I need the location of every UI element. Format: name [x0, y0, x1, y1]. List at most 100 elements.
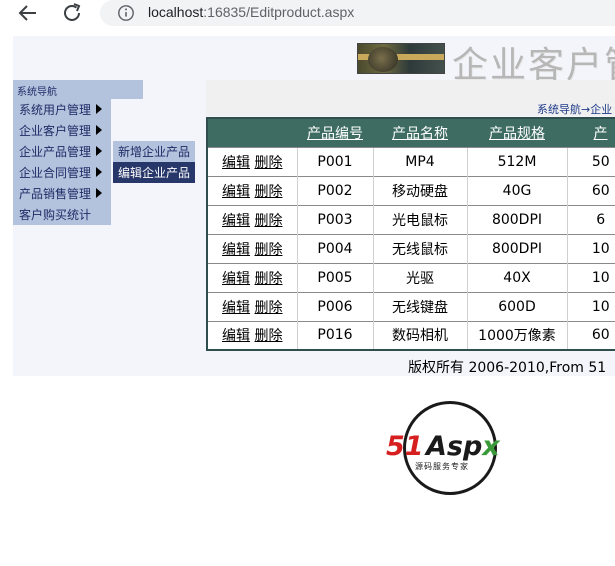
- column-header-id[interactable]: 产品编号: [297, 118, 373, 147]
- logo-tagline: 源码服务专家: [415, 462, 469, 471]
- menu-item-purchase-statistics[interactable]: 客户购买统计: [13, 204, 111, 225]
- reload-icon[interactable]: [60, 1, 84, 25]
- cell-product-spec: 800DPI: [466, 204, 567, 234]
- edit-link[interactable]: 编辑: [222, 213, 250, 229]
- cell-product-id: P001: [296, 146, 373, 176]
- menu-item-label: 企业合同管理: [19, 166, 92, 180]
- table-row: 编辑 删除 P001 MP4 512M 50: [207, 146, 615, 176]
- submenu-item-edit-product[interactable]: 编辑企业产品: [113, 162, 195, 183]
- 51aspx-logo: 51 Aspx 源码服务专家: [386, 401, 516, 496]
- menu-item-label: 产品销售管理: [19, 187, 92, 201]
- table-row: 编辑 删除 P003 光电鼠标 800DPI 6: [207, 204, 615, 234]
- cell-product-extra: 10: [566, 233, 615, 263]
- sidebar-menu: 系统用户管理 企业客户管理 企业产品管理 企业合同管理 产品销售管理 客户购买统…: [13, 99, 111, 225]
- table-row: 编辑 删除 P016 数码相机 1000万像素 60: [207, 320, 615, 350]
- arrow-right-icon: [96, 167, 102, 177]
- menu-item-label: 企业客户管理: [19, 124, 92, 138]
- cell-product-spec: 512M: [466, 146, 567, 176]
- site-info-icon[interactable]: [117, 4, 135, 22]
- cell-product-id: P004: [296, 233, 373, 263]
- column-header-actions: [207, 118, 297, 147]
- browser-toolbar: localhost:16835/Editproduct.aspx: [0, 0, 615, 30]
- cell-product-extra: 6: [566, 204, 615, 234]
- cell-product-spec: 40G: [466, 175, 567, 205]
- cell-product-spec: 1000万像素: [466, 320, 567, 350]
- banner-image: [357, 43, 445, 74]
- cell-product-name: 移动硬盘: [372, 175, 467, 205]
- table-row: 编辑 删除 P006 无线键盘 600D 10: [207, 291, 615, 321]
- delete-link[interactable]: 删除: [254, 184, 282, 200]
- cell-product-extra: 60: [566, 320, 615, 350]
- delete-link[interactable]: 删除: [254, 271, 282, 287]
- table-row: 编辑 删除 P004 无线鼠标 800DPI 10: [207, 233, 615, 263]
- edit-link[interactable]: 编辑: [222, 184, 250, 200]
- cell-product-spec: 40X: [466, 262, 567, 292]
- delete-link[interactable]: 删除: [254, 213, 282, 229]
- delete-link[interactable]: 删除: [254, 155, 282, 171]
- column-header-name[interactable]: 产品名称: [373, 118, 467, 147]
- arrow-right-icon: [96, 146, 102, 156]
- cell-product-extra: 50: [566, 146, 615, 176]
- cell-product-name: 无线鼠标: [372, 233, 467, 263]
- url-host: localhost: [148, 4, 204, 20]
- delete-link[interactable]: 删除: [254, 242, 282, 258]
- row-actions: 编辑 删除: [207, 204, 297, 234]
- row-actions: 编辑 删除: [207, 146, 297, 176]
- cell-product-id: P005: [296, 262, 373, 292]
- arrow-right-icon: [96, 125, 102, 135]
- menu-item-label: 企业产品管理: [19, 145, 92, 159]
- menu-item-product-management[interactable]: 企业产品管理: [13, 141, 111, 162]
- delete-link[interactable]: 删除: [254, 300, 282, 316]
- delete-link[interactable]: 删除: [254, 328, 282, 344]
- menu-item-contract-management[interactable]: 企业合同管理: [13, 162, 111, 183]
- cell-product-name: 光驱: [372, 262, 467, 292]
- cell-product-extra: 10: [566, 262, 615, 292]
- table-row: 编辑 删除 P005 光驱 40X 10: [207, 262, 615, 292]
- copyright-footer: 版权所有 2006-2010,From 51: [408, 360, 607, 376]
- arrow-right-icon: [96, 188, 102, 198]
- logo-asp-text: Asp: [426, 431, 483, 462]
- edit-link[interactable]: 编辑: [222, 155, 250, 171]
- cell-product-id: P003: [296, 204, 373, 234]
- cell-product-spec: 800DPI: [466, 233, 567, 263]
- menu-item-label: 客户购买统计: [19, 208, 92, 222]
- edit-link[interactable]: 编辑: [222, 271, 250, 287]
- column-header-spec[interactable]: 产品规格: [467, 118, 567, 147]
- cell-product-extra: 10: [566, 291, 615, 321]
- cell-product-id: P006: [296, 291, 373, 321]
- cell-product-name: 光电鼠标: [372, 204, 467, 234]
- column-header-extra[interactable]: 产: [567, 118, 615, 147]
- edit-link[interactable]: 编辑: [222, 242, 250, 258]
- logo-51-text: 51: [386, 431, 424, 462]
- edit-link[interactable]: 编辑: [222, 300, 250, 316]
- url-path: :16835/Editproduct.aspx: [203, 4, 355, 20]
- menu-item-sales-management[interactable]: 产品销售管理: [13, 183, 111, 204]
- row-actions: 编辑 删除: [207, 233, 297, 263]
- cell-product-id: P002: [296, 175, 373, 205]
- logo-aspx-text: Aspx: [426, 431, 500, 462]
- table-row: 编辑 删除 P002 移动硬盘 40G 60: [207, 175, 615, 205]
- product-table: 产品编号 产品名称 产品规格 产 编辑 删除 P001 MP4 512M 50 编辑 删除…: [206, 117, 615, 351]
- menu-item-label: 系统用户管理: [19, 103, 92, 117]
- cell-product-id: P016: [296, 320, 373, 350]
- back-arrow-icon[interactable]: [16, 1, 40, 25]
- edit-link[interactable]: 编辑: [222, 328, 250, 344]
- menu-item-user-management[interactable]: 系统用户管理: [13, 99, 111, 120]
- url-text[interactable]: localhost:16835/Editproduct.aspx: [148, 4, 354, 20]
- sidebar-header: 系统导航: [13, 80, 143, 99]
- arrow-right-icon: [96, 104, 102, 114]
- row-actions: 编辑 删除: [207, 175, 297, 205]
- cell-product-name: 数码相机: [372, 320, 467, 350]
- cell-product-extra: 60: [566, 175, 615, 205]
- product-submenu: 新增企业产品 编辑企业产品: [113, 141, 195, 183]
- cell-product-spec: 600D: [466, 291, 567, 321]
- row-actions: 编辑 删除: [207, 262, 297, 292]
- logo-x-text: x: [482, 431, 500, 462]
- submenu-item-add-product[interactable]: 新增企业产品: [113, 141, 195, 162]
- cell-product-name: 无线键盘: [372, 291, 467, 321]
- table-header-row: 产品编号 产品名称 产品规格 产: [207, 118, 615, 147]
- cell-product-name: MP4: [372, 146, 467, 176]
- row-actions: 编辑 删除: [207, 320, 297, 350]
- breadcrumb[interactable]: 系统导航→企业: [537, 101, 612, 117]
- menu-item-customer-management[interactable]: 企业客户管理: [13, 120, 111, 141]
